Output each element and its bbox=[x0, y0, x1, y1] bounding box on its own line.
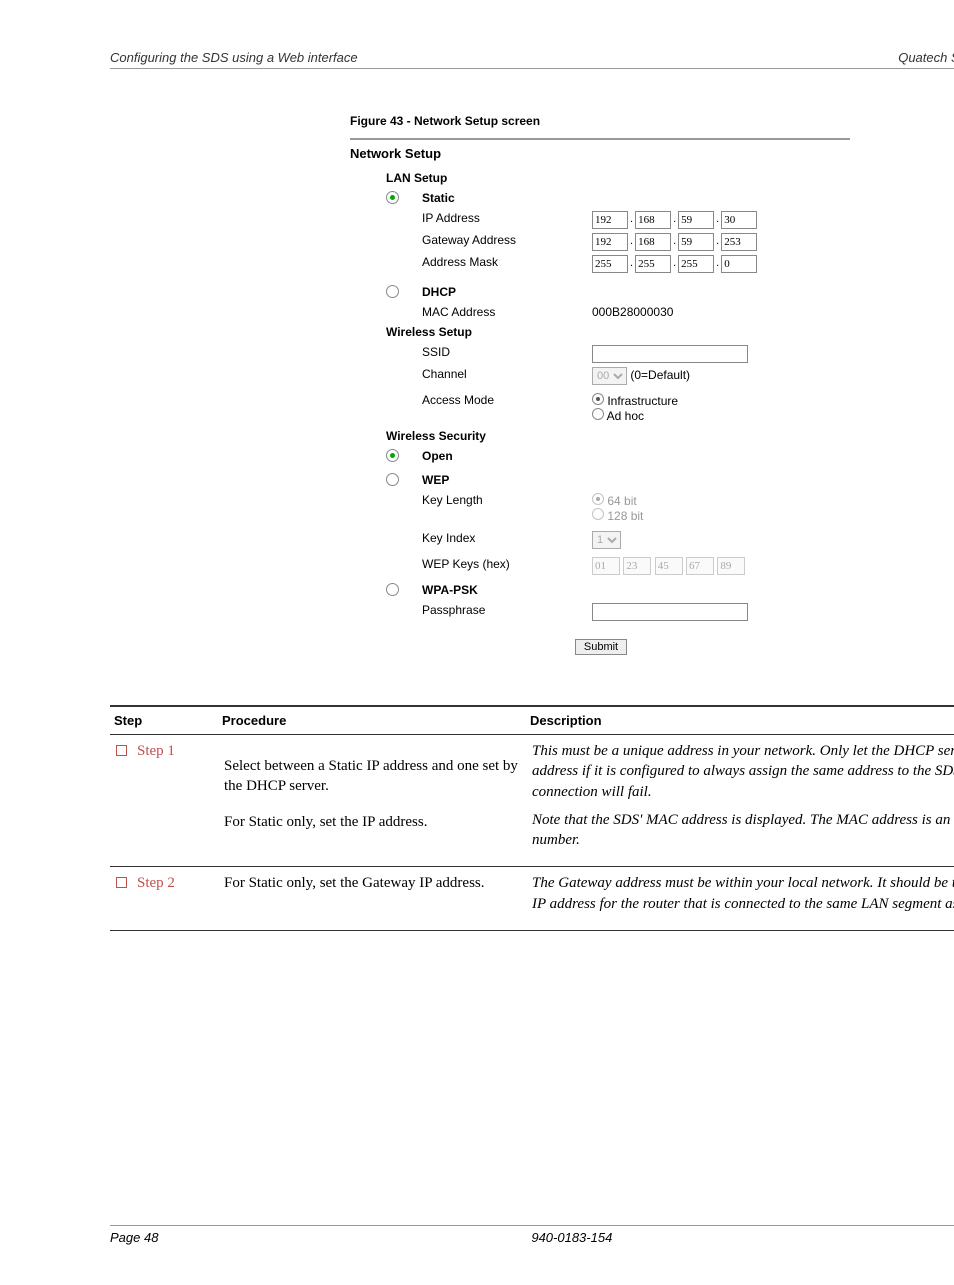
wep-hex-5[interactable] bbox=[717, 557, 745, 575]
wep-hex-4[interactable] bbox=[686, 557, 714, 575]
footer-docnum: 940-0183-154 bbox=[531, 1230, 612, 1245]
keyidx-label: Key Index bbox=[422, 531, 592, 545]
128bit-radio[interactable] bbox=[592, 508, 604, 520]
infrastructure-label: Infrastructure bbox=[607, 394, 678, 408]
open-radio[interactable] bbox=[386, 449, 399, 462]
ip-address-label: IP Address bbox=[422, 211, 592, 225]
step-number: Step 1 bbox=[137, 741, 175, 761]
submit-button[interactable]: Submit bbox=[575, 639, 627, 655]
infrastructure-radio[interactable] bbox=[592, 393, 604, 405]
ip-octet-1[interactable] bbox=[592, 211, 628, 229]
description-text: This must be a unique address in your ne… bbox=[532, 741, 954, 802]
lan-setup-heading: LAN Setup bbox=[386, 171, 850, 185]
adhoc-label: Ad hoc bbox=[607, 409, 644, 423]
procedure-text: For Static only, set the IP address. bbox=[224, 812, 520, 832]
wep-radio[interactable] bbox=[386, 473, 399, 486]
mask-label: Address Mask bbox=[422, 255, 592, 269]
keyidx-select[interactable]: 1 bbox=[592, 531, 621, 549]
description-text: Note that the SDS' MAC address is displa… bbox=[532, 810, 954, 851]
network-setup-panel: Network Setup LAN Setup Static IP Addres… bbox=[350, 138, 850, 655]
wep-hex-1[interactable] bbox=[592, 557, 620, 575]
network-setup-title: Network Setup bbox=[350, 146, 850, 161]
table-row: Step 2 For Static only, set the Gateway … bbox=[110, 867, 954, 931]
checkbox-icon bbox=[116, 877, 127, 888]
checkbox-icon bbox=[116, 745, 127, 756]
gateway-label: Gateway Address bbox=[422, 233, 592, 247]
ip-octet-2[interactable] bbox=[635, 211, 671, 229]
channel-select[interactable]: 00 bbox=[592, 367, 627, 385]
access-mode-label: Access Mode bbox=[422, 393, 592, 407]
table-row: Step 1 Select between a Static IP addres… bbox=[110, 735, 954, 867]
gw-octet-2[interactable] bbox=[635, 233, 671, 251]
wpa-radio[interactable] bbox=[386, 583, 399, 596]
ssid-label: SSID bbox=[422, 345, 592, 359]
dhcp-label: DHCP bbox=[422, 285, 592, 299]
static-label: Static bbox=[422, 191, 592, 205]
wep-label: WEP bbox=[422, 473, 592, 487]
gw-octet-1[interactable] bbox=[592, 233, 628, 251]
gw-octet-3[interactable] bbox=[678, 233, 714, 251]
ip-octet-4[interactable] bbox=[721, 211, 757, 229]
adhoc-radio[interactable] bbox=[592, 408, 604, 420]
128bit-label: 128 bit bbox=[607, 509, 643, 523]
th-step: Step bbox=[110, 706, 218, 735]
mask-octet-2[interactable] bbox=[635, 255, 671, 273]
step-number: Step 2 bbox=[137, 873, 175, 893]
open-label: Open bbox=[422, 449, 592, 463]
procedure-text: Select between a Static IP address and o… bbox=[224, 756, 520, 797]
mask-octet-1[interactable] bbox=[592, 255, 628, 273]
mac-label: MAC Address bbox=[422, 305, 592, 319]
description-text: The Gateway address must be within your … bbox=[532, 873, 954, 914]
wireless-security-heading: Wireless Security bbox=[386, 429, 850, 443]
wep-hex-2[interactable] bbox=[623, 557, 651, 575]
passphrase-input[interactable] bbox=[592, 603, 748, 621]
th-procedure: Procedure bbox=[218, 706, 526, 735]
wepkeys-label: WEP Keys (hex) bbox=[422, 557, 592, 571]
mask-octet-4[interactable] bbox=[721, 255, 757, 273]
wep-hex-3[interactable] bbox=[655, 557, 683, 575]
footer-page: Page 48 bbox=[110, 1230, 158, 1245]
mask-octet-3[interactable] bbox=[678, 255, 714, 273]
static-radio[interactable] bbox=[386, 191, 399, 204]
header-left: Configuring the SDS using a Web interfac… bbox=[110, 50, 358, 65]
steps-table: StepProcedureDescription Step 1 Select b… bbox=[110, 705, 954, 931]
channel-label: Channel bbox=[422, 367, 592, 381]
64bit-radio[interactable] bbox=[592, 493, 604, 505]
64bit-label: 64 bit bbox=[607, 494, 636, 508]
keylen-label: Key Length bbox=[422, 493, 592, 507]
dhcp-radio[interactable] bbox=[386, 285, 399, 298]
figure-caption: Figure 43 - Network Setup screen bbox=[350, 114, 954, 128]
ssid-input[interactable] bbox=[592, 345, 748, 363]
wpa-label: WPA-PSK bbox=[422, 583, 592, 597]
gw-octet-4[interactable] bbox=[721, 233, 757, 251]
ip-octet-3[interactable] bbox=[678, 211, 714, 229]
wireless-setup-heading: Wireless Setup bbox=[386, 325, 850, 339]
mac-value: 000B28000030 bbox=[592, 305, 850, 319]
procedure-text: For Static only, set the Gateway IP addr… bbox=[218, 867, 526, 931]
passphrase-label: Passphrase bbox=[422, 603, 592, 617]
th-description: Description bbox=[526, 706, 954, 735]
channel-note: (0=Default) bbox=[630, 368, 690, 382]
header-right: Quatech SDS User's Manual bbox=[898, 50, 954, 65]
